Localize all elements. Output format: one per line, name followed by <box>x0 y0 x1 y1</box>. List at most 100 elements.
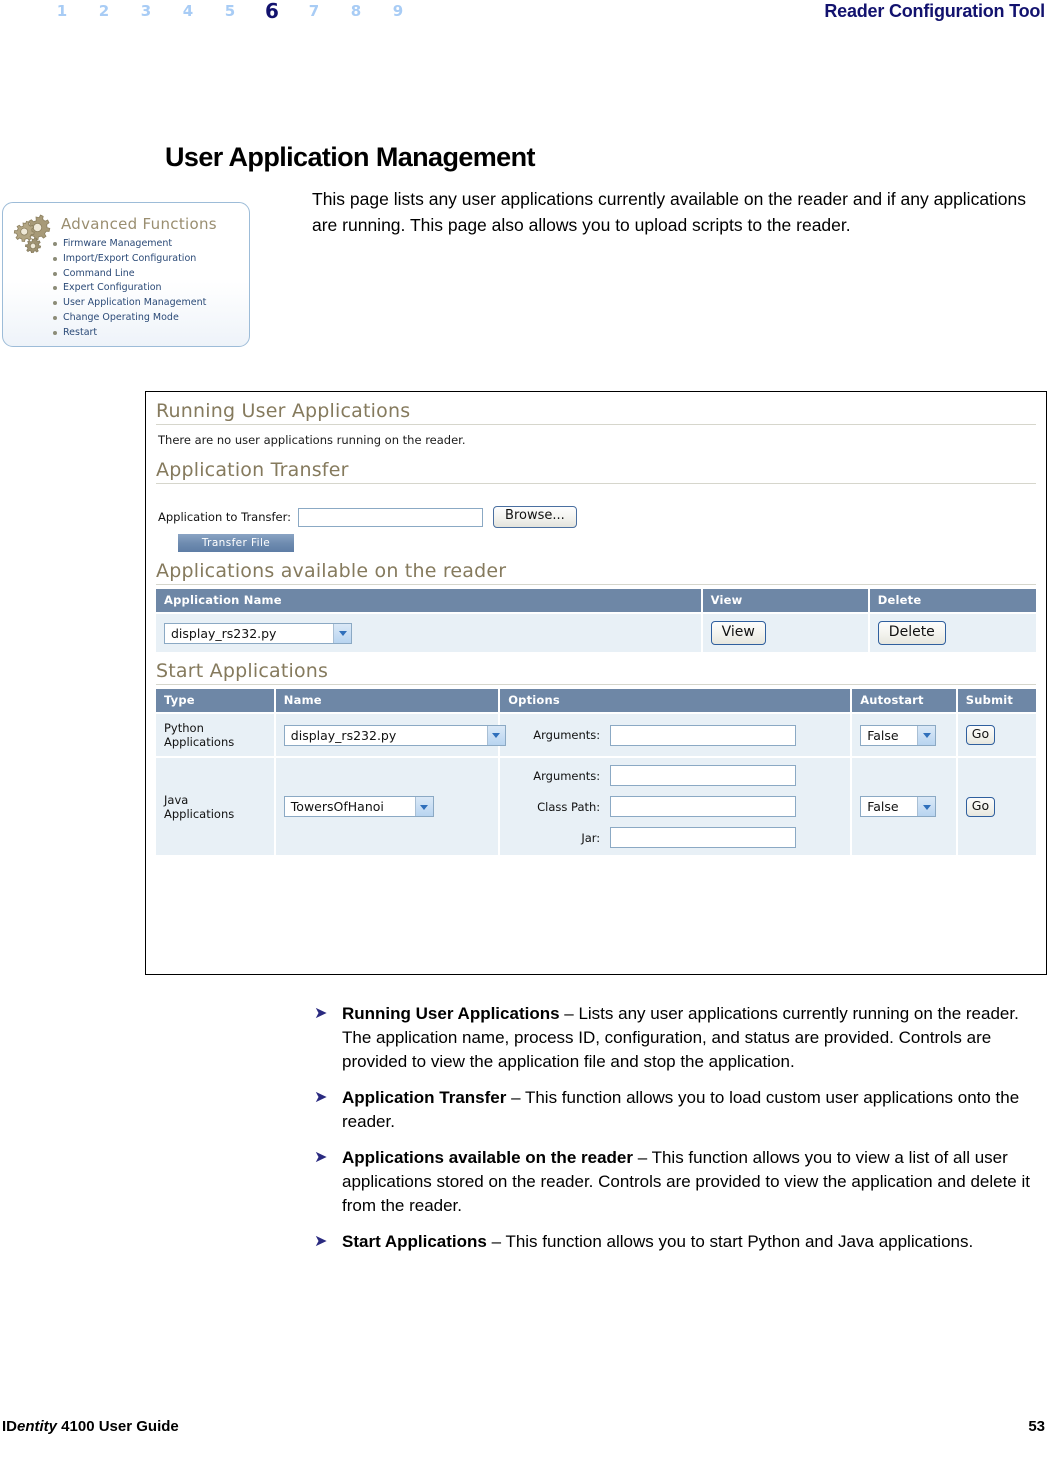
chevron-down-icon[interactable] <box>333 623 351 643</box>
java-type-line-2: Applications <box>164 806 235 821</box>
bullet-term: Application Transfer <box>342 1088 507 1107</box>
list-item: ➤ Running User Applications – Lists any … <box>312 1002 1049 1074</box>
arrow-bullet-icon: ➤ <box>314 1149 328 1166</box>
footer-guide-suffix: 4100 User Guide <box>57 1418 179 1435</box>
cell-type-python: Python Applications <box>156 712 276 757</box>
cell-autostart-java: False <box>851 756 958 855</box>
column-header-type: Type <box>156 689 276 713</box>
footer-guide-prefix: ID <box>2 1418 17 1435</box>
arrow-bullet-icon: ➤ <box>314 1233 328 1250</box>
view-button[interactable]: View <box>710 621 766 645</box>
java-jar-input[interactable] <box>610 827 797 848</box>
delete-button[interactable]: Delete <box>877 621 946 645</box>
feature-bullet-list: ➤ Running User Applications – Lists any … <box>312 1002 1049 1266</box>
arrow-bullet-icon: ➤ <box>314 1005 328 1022</box>
page-marker-7: 7 <box>308 2 320 20</box>
cell-type-java: Java Applications <box>156 756 276 855</box>
cell-submit-python: Go <box>956 712 1036 757</box>
page-title: User Application Management <box>165 142 535 172</box>
page-marker-9: 9 <box>392 2 404 20</box>
python-arguments-row: Arguments: <box>508 724 842 746</box>
table-row-python-applications: Python Applications display_rs232.py Arg… <box>156 712 1036 757</box>
java-class-path-label: Class Path: <box>537 799 601 814</box>
page-marker-8: 8 <box>350 2 362 20</box>
cell-submit-java: Go <box>956 756 1036 855</box>
advanced-functions-title: Advanced Functions <box>61 215 217 233</box>
application-to-transfer-label: Application to Transfer: <box>158 510 292 524</box>
browse-button[interactable]: Browse... <box>493 506 577 528</box>
sidebar-item-user-application-management[interactable]: User Application Management <box>51 296 206 311</box>
application-to-transfer-input[interactable] <box>298 507 484 527</box>
reader-config-screenshot: Running User Applications There are no u… <box>145 391 1047 975</box>
table-header-row: Type Name Options Autostart Submit <box>156 689 1036 713</box>
section-heading-running-user-applications: Running User Applications <box>156 400 1036 425</box>
java-arguments-input[interactable] <box>610 765 797 786</box>
python-go-button[interactable]: Go <box>965 725 996 745</box>
sidebar-item-import-export-configuration[interactable]: Import/Export Configuration <box>51 252 206 267</box>
column-header-view: View <box>701 589 870 613</box>
column-header-application-name: Application Name <box>156 589 703 613</box>
intro-paragraph: This page lists any user applications cu… <box>312 189 1027 235</box>
list-item: ➤ Application Transfer – This function a… <box>312 1086 1049 1134</box>
java-go-button[interactable]: Go <box>965 796 996 817</box>
java-type-line-1: Java <box>164 792 189 807</box>
cell-delete: Delete <box>868 612 1036 652</box>
java-class-path-row: Class Path: <box>508 796 842 817</box>
list-item: ➤ Applications available on the reader –… <box>312 1146 1049 1218</box>
python-arguments-input[interactable] <box>610 724 797 746</box>
page-marker-6-current: 6 <box>265 0 279 23</box>
page-marker-2: 2 <box>98 2 110 20</box>
java-autostart-select-value: False <box>867 799 899 814</box>
sidebar-item-restart[interactable]: Restart <box>51 326 206 341</box>
column-header-name: Name <box>274 689 501 713</box>
chevron-down-icon[interactable] <box>486 725 505 745</box>
advanced-functions-list: Firmware Management Import/Export Config… <box>51 237 206 341</box>
cell-view: View <box>701 612 870 652</box>
java-application-select[interactable]: TowersOfHanoi <box>283 796 434 817</box>
section-heading-applications-available: Applications available on the reader <box>156 560 1036 585</box>
gears-icon <box>13 214 51 253</box>
java-jar-label: Jar: <box>581 830 601 845</box>
java-class-path-input[interactable] <box>610 796 797 817</box>
footer-page-number: 53 <box>1028 1418 1045 1435</box>
column-header-autostart: Autostart <box>851 689 958 713</box>
sidebar-item-expert-configuration[interactable]: Expert Configuration <box>51 281 206 296</box>
bullet-term: Applications available on the reader <box>342 1148 633 1167</box>
table-row: display_rs232.py View Delete <box>156 612 1036 652</box>
python-type-line-1: Python <box>164 721 204 735</box>
java-arguments-row: Arguments: <box>508 765 842 786</box>
cell-application-name: display_rs232.py <box>156 612 703 652</box>
advanced-functions-callout: Advanced Functions Firmware Management I… <box>2 202 250 347</box>
chevron-down-icon[interactable] <box>917 797 936 816</box>
java-arguments-label: Arguments: <box>533 768 601 783</box>
cell-autostart-python: False <box>851 712 958 757</box>
section-heading-start-applications: Start Applications <box>156 660 1036 685</box>
python-application-select[interactable]: display_rs232.py <box>283 724 506 746</box>
python-arguments-label: Arguments: <box>533 728 601 742</box>
page-number-strip: 1 2 3 4 5 6 7 8 9 <box>55 0 405 26</box>
start-applications-table: Type Name Options Autostart Submit Pytho… <box>156 689 1036 855</box>
page-marker-1: 1 <box>56 2 68 20</box>
sidebar-item-firmware-management[interactable]: Firmware Management <box>51 237 206 252</box>
java-autostart-select[interactable]: False <box>860 796 937 817</box>
sidebar-item-change-operating-mode[interactable]: Change Operating Mode <box>51 311 206 326</box>
bullet-description: – This function allows you to start Pyth… <box>486 1232 974 1251</box>
cell-name-java: TowersOfHanoi <box>274 756 501 855</box>
sidebar-item-command-line[interactable]: Command Line <box>51 267 206 282</box>
application-name-select[interactable]: display_rs232.py <box>164 622 352 644</box>
page-marker-4: 4 <box>182 2 194 20</box>
column-header-submit: Submit <box>956 689 1036 713</box>
header-title: Reader Configuration Tool <box>824 1 1045 21</box>
chevron-down-icon[interactable] <box>917 725 936 745</box>
application-name-select-value: display_rs232.py <box>171 625 277 641</box>
java-application-select-value: TowersOfHanoi <box>290 799 384 814</box>
transfer-file-button[interactable]: Transfer File <box>178 534 294 552</box>
java-jar-row: Jar: <box>508 827 842 848</box>
chevron-down-icon[interactable] <box>414 797 433 816</box>
python-autostart-select[interactable]: False <box>860 724 937 746</box>
applications-available-table: Application Name View Delete display_rs2… <box>156 589 1036 652</box>
bullet-term: Start Applications <box>342 1232 487 1251</box>
python-autostart-select-value: False <box>867 727 899 743</box>
table-header-row: Application Name View Delete <box>156 589 1036 613</box>
footer-guide-italic: entity <box>17 1418 58 1435</box>
